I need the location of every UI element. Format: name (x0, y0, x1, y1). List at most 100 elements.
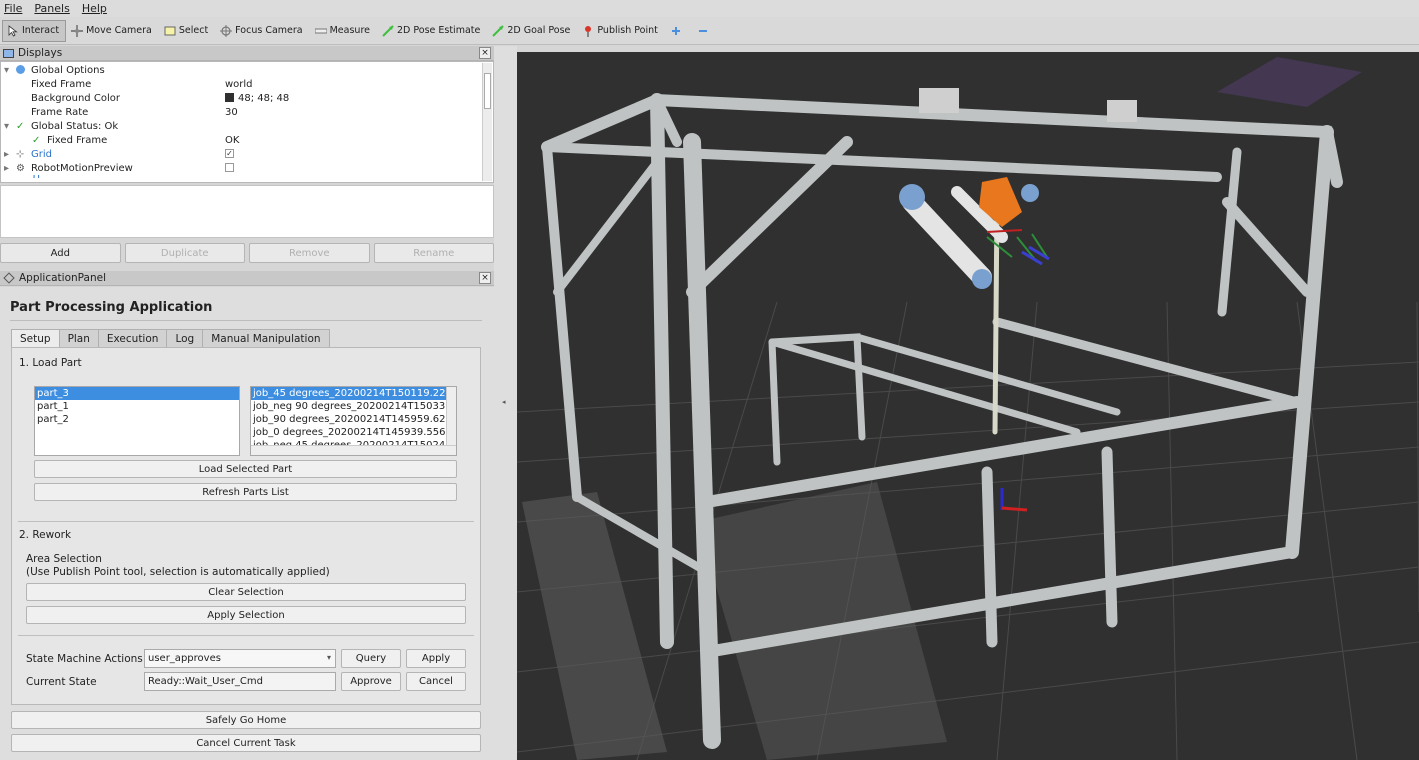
application-panel-title: ApplicationPanel (19, 272, 106, 284)
panel-diamond-icon (3, 272, 15, 284)
apply-selection-button[interactable]: Apply Selection (26, 606, 466, 624)
tree-row-grid[interactable]: ▸ ⊹ Grid ✓ (1, 147, 483, 161)
menu-help[interactable]: Help (82, 2, 107, 15)
divider (18, 521, 474, 522)
menu-panels[interactable]: Panels (34, 2, 69, 15)
tab-bar: Setup Plan Execution Log Manual Manipula… (11, 329, 330, 348)
pose-estimate-tool-button[interactable]: 2D Pose Estimate (377, 20, 487, 42)
load-part-heading: 1. Load Part (19, 357, 82, 369)
robot-motion-checkbox[interactable] (225, 163, 234, 172)
pin-icon (582, 25, 594, 37)
tree-row-background-color[interactable]: Background Color 48; 48; 48 (1, 91, 483, 105)
approve-button[interactable]: Approve (341, 672, 401, 691)
tab-plan[interactable]: Plan (58, 329, 99, 348)
tree-row-global-status[interactable]: ▾ ✓ Global Status: Ok (1, 119, 483, 133)
minus-icon (697, 25, 709, 37)
list-item[interactable]: job_neg 90 degrees_20200214T15033 (251, 400, 447, 413)
cancel-current-task-button[interactable]: Cancel Current Task (11, 734, 481, 752)
publish-point-tool-button[interactable]: Publish Point (577, 20, 664, 42)
displays-tree: ▾ Global Options Fixed Frame world Backg… (0, 61, 494, 183)
check-icon: ✓ (32, 134, 41, 146)
application-panel-header: ApplicationPanel × (0, 271, 494, 286)
remove-tool-button[interactable] (692, 20, 719, 42)
tree-row-robot-motion-preview[interactable]: ▸ ⚙ RobotMotionPreview (1, 161, 483, 175)
tab-manual-manipulation[interactable]: Manual Manipulation (202, 329, 330, 348)
sensor-box (1107, 100, 1137, 122)
current-state-field: Ready::Wait_User_Cmd (144, 672, 336, 691)
select-tool-button[interactable]: Select (159, 20, 215, 42)
area-selection-hint: (Use Publish Point tool, selection is au… (26, 566, 330, 578)
page-title: Part Processing Application (10, 300, 213, 315)
displays-panel-header: Displays × (0, 46, 494, 61)
tree-scrollbar[interactable] (482, 63, 492, 181)
jobs-hscrollbar[interactable] (251, 445, 456, 455)
close-icon[interactable]: × (479, 47, 491, 59)
duplicate-display-button[interactable]: Duplicate (124, 243, 245, 263)
panel-splitter[interactable]: ◂ (494, 46, 517, 760)
tab-log[interactable]: Log (166, 329, 204, 348)
tab-execution[interactable]: Execution (97, 329, 168, 348)
close-icon[interactable]: × (479, 272, 491, 284)
list-item[interactable]: part_1 (35, 400, 239, 413)
collapse-arrow-icon[interactable]: ▸ (4, 163, 9, 174)
add-tool-button[interactable] (665, 20, 692, 42)
sensor-box (919, 88, 959, 113)
refresh-parts-list-button[interactable]: Refresh Parts List (34, 483, 457, 501)
check-icon: ✓ (16, 120, 25, 132)
move-camera-tool-button[interactable]: Move Camera (66, 20, 159, 42)
remove-display-button[interactable]: Remove (249, 243, 370, 263)
ruler-icon (314, 25, 328, 37)
apply-state-button[interactable]: Apply (406, 649, 466, 668)
robot-icon: ⚙ (16, 162, 25, 174)
list-item[interactable]: job_0 degrees_20200214T145939.556 (251, 426, 447, 439)
state-machine-actions-combo[interactable]: user_approves ▾ (144, 649, 336, 668)
interact-tool-button[interactable]: Interact (2, 19, 67, 42)
area-selection-label: Area Selection (26, 553, 102, 565)
plus-icon (670, 25, 682, 37)
focus-camera-tool-button[interactable]: Focus Camera (215, 20, 309, 42)
load-selected-part-button[interactable]: Load Selected Part (34, 460, 457, 478)
measure-tool-button[interactable]: Measure (310, 20, 377, 42)
tree-row-frame-rate[interactable]: Frame Rate 30 (1, 105, 483, 119)
add-display-button[interactable]: Add (0, 243, 121, 263)
tab-setup[interactable]: Setup (11, 329, 60, 348)
render-viewport[interactable] (517, 52, 1419, 760)
pose-estimate-icon (382, 24, 394, 37)
focus-camera-icon (220, 24, 233, 37)
tree-row-tf[interactable]: TF (1, 175, 483, 183)
menu-file[interactable]: File (4, 2, 22, 15)
jobs-list[interactable]: job_45 degrees_20200214T150119.22 job_ne… (250, 386, 457, 456)
list-item[interactable]: part_3 (35, 387, 239, 400)
jobs-vscrollbar[interactable] (446, 387, 456, 445)
cancel-button[interactable]: Cancel (406, 672, 466, 691)
scene-render (517, 52, 1419, 760)
grid-checkbox[interactable]: ✓ (225, 149, 234, 158)
goal-pose-tool-button[interactable]: 2D Goal Pose (487, 20, 577, 42)
display-description (0, 185, 494, 238)
divider (10, 320, 482, 321)
rework-heading: 2. Rework (19, 529, 72, 541)
rename-display-button[interactable]: Rename (373, 243, 494, 263)
list-item[interactable]: job_90 degrees_20200214T145959.62 (251, 413, 447, 426)
monitor-icon (3, 48, 14, 58)
list-item[interactable]: job_45 degrees_20200214T150119.22 (251, 387, 447, 400)
cursor-icon (7, 24, 19, 37)
query-button[interactable]: Query (341, 649, 401, 668)
expand-arrow-icon[interactable]: ▾ (4, 121, 9, 132)
collapse-left-icon[interactable]: ◂ (502, 398, 506, 406)
color-swatch[interactable] (225, 93, 234, 102)
state-machine-actions-label: State Machine Actions (26, 653, 143, 665)
parts-list[interactable]: part_3 part_1 part_2 (34, 386, 240, 456)
clear-selection-button[interactable]: Clear Selection (26, 583, 466, 601)
goal-pose-icon (492, 24, 505, 37)
tree-row-fixed-frame[interactable]: Fixed Frame world (1, 77, 483, 91)
safely-go-home-button[interactable]: Safely Go Home (11, 711, 481, 729)
tree-row-status-fixed-frame[interactable]: ✓ Fixed Frame OK (1, 133, 483, 147)
menu-bar: File Panels Help (0, 0, 1419, 17)
scroll-thumb[interactable] (484, 73, 491, 109)
collapse-arrow-icon[interactable]: ▸ (4, 149, 9, 160)
grid-icon: ⊹ (16, 148, 25, 160)
list-item[interactable]: part_2 (35, 413, 239, 426)
expand-arrow-icon[interactable]: ▾ (4, 65, 9, 76)
tree-row-global-options[interactable]: ▾ Global Options (1, 63, 483, 77)
